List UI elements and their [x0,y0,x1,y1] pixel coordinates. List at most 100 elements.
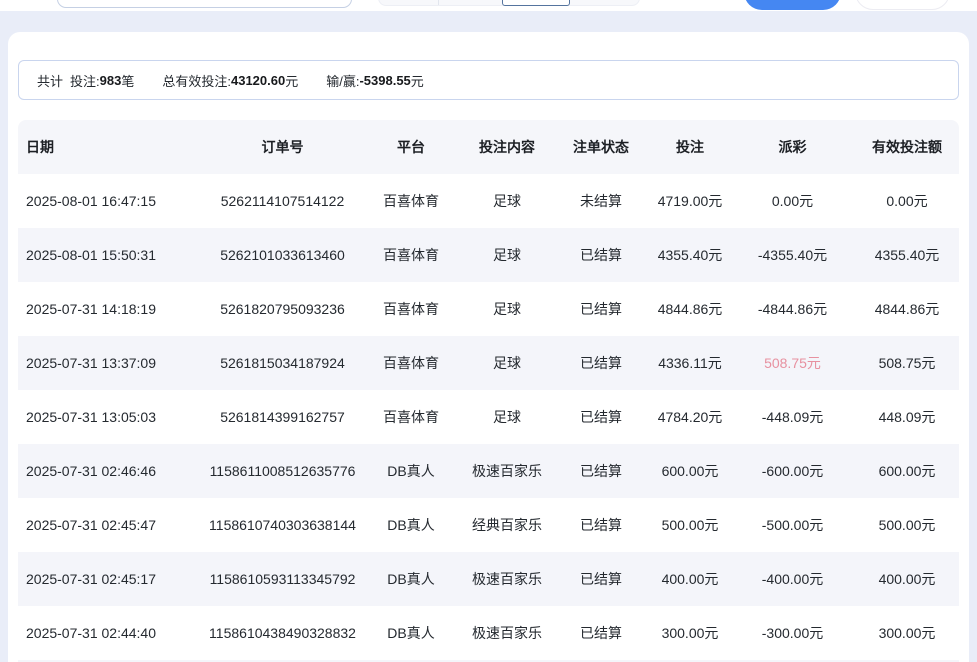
cell-payout: -400.00元 [730,569,855,589]
cell-status: 已结算 [552,407,650,427]
cell-status: 已结算 [552,299,650,319]
table-row: 2025-07-31 13:37:09 5261815034187924 百喜体… [18,336,959,390]
cell-order-no: 5262101033613460 [205,247,360,263]
table-body: 2025-08-01 16:47:15 5262114107514122 百喜体… [18,174,959,662]
bet-count-label: 投注: [70,71,100,90]
cell-bet-content: 足球 [462,353,552,373]
cell-date: 2025-07-31 02:46:46 [18,463,205,479]
cell-status: 已结算 [552,353,650,373]
cell-bet-content: 足球 [462,245,552,265]
cell-status: 已结算 [552,515,650,535]
date-range-segmented-control[interactable] [378,0,640,6]
table-row: 2025-08-01 15:50:31 5262101033613460 百喜体… [18,228,959,282]
summary-winloss: 输/赢:-5398.55元 [326,71,424,90]
cell-valid-amount: 400.00元 [855,569,959,589]
cell-payout: -500.00元 [730,515,855,535]
valid-bet-unit: 元 [285,71,298,90]
cell-bet-content: 足球 [462,191,552,211]
table-row: 2025-07-31 13:05:03 5261814399162757 百喜体… [18,390,959,444]
cell-valid-amount: 600.00元 [855,461,959,481]
summary-bet-count: 投注:983笔 [70,71,134,90]
cell-bet-content: 极速百家乐 [462,461,552,481]
cell-valid-amount: 500.00元 [855,515,959,535]
cell-date: 2025-07-31 14:18:19 [18,301,205,317]
winloss-unit: 元 [411,71,424,90]
cell-status: 已结算 [552,461,650,481]
cell-bet-content: 足球 [462,407,552,427]
valid-bet-label: 总有效投注: [162,71,231,90]
col-header-date: 日期 [18,137,205,157]
cell-payout: -448.09元 [730,407,855,427]
table-row: 2025-08-01 16:47:15 5262114107514122 百喜体… [18,174,959,228]
cell-bet-amount: 4355.40元 [650,245,730,265]
cell-date: 2025-07-31 02:44:40 [18,625,205,641]
cell-valid-amount: 448.09元 [855,407,959,427]
col-header-payout: 派彩 [730,137,855,157]
cell-order-no: 1158610593113345792 [205,571,360,587]
col-header-bet-content: 投注内容 [462,137,552,157]
cell-status: 未结算 [552,191,650,211]
search-input[interactable] [57,0,352,8]
cell-valid-amount: 4844.86元 [855,299,959,319]
segmented-selected-option[interactable] [502,0,570,6]
cell-date: 2025-07-31 13:37:09 [18,355,205,371]
reset-button[interactable] [855,0,950,10]
bet-records-table: 日期 订单号 平台 投注内容 注单状态 投注 派彩 有效投注额 2025-08-… [8,120,969,662]
cell-valid-amount: 508.75元 [855,353,959,373]
cell-bet-amount: 4784.20元 [650,407,730,427]
cell-bet-amount: 500.00元 [650,515,730,535]
cell-payout: -300.00元 [730,623,855,643]
cell-status: 已结算 [552,569,650,589]
winloss-value: -5398.55 [359,73,410,88]
cell-bet-content: 足球 [462,299,552,319]
bet-count-unit: 笔 [121,71,134,90]
cell-platform: 百喜体育 [360,245,462,265]
summary-bar: 共计 投注:983笔 总有效投注:43120.60元 输/赢:-5398.55元 [18,60,959,100]
cell-order-no: 1158611008512635776 [205,463,360,479]
summary-valid-bet: 总有效投注:43120.60元 [162,71,298,90]
col-header-bet-amount: 投注 [650,137,730,157]
records-card: 共计 投注:983笔 总有效投注:43120.60元 输/赢:-5398.55元… [8,32,969,662]
cell-payout: -4355.40元 [730,245,855,265]
cell-valid-amount: 300.00元 [855,623,959,643]
col-header-status: 注单状态 [552,137,650,157]
cell-bet-amount: 400.00元 [650,569,730,589]
cell-valid-amount: 4355.40元 [855,245,959,265]
bet-count-value: 983 [100,73,122,88]
summary-total-label: 共计 [37,71,63,90]
cell-payout: 508.75元 [730,353,855,373]
cell-platform: DB真人 [360,461,462,481]
winloss-label: 输/赢: [326,71,359,90]
table-row: 2025-07-31 02:45:17 1158610593113345792 … [18,552,959,606]
col-header-valid-amount: 有效投注额 [855,137,959,157]
cell-platform: DB真人 [360,515,462,535]
cell-bet-amount: 4844.86元 [650,299,730,319]
cell-bet-amount: 600.00元 [650,461,730,481]
top-toolbar [0,0,977,11]
cell-status: 已结算 [552,623,650,643]
table-row: 2025-07-31 02:45:47 1158610740303638144 … [18,498,959,552]
cell-platform: DB真人 [360,569,462,589]
cell-platform: 百喜体育 [360,299,462,319]
search-submit-button[interactable] [744,0,841,10]
cell-date: 2025-08-01 16:47:15 [18,193,205,209]
cell-payout: -600.00元 [730,461,855,481]
cell-date: 2025-08-01 15:50:31 [18,247,205,263]
cell-bet-amount: 300.00元 [650,623,730,643]
cell-order-no: 1158610438490328832 [205,625,360,641]
cell-bet-content: 极速百家乐 [462,569,552,589]
cell-order-no: 5261820795093236 [205,301,360,317]
cell-status: 已结算 [552,245,650,265]
cell-valid-amount: 0.00元 [855,191,959,211]
valid-bet-value: 43120.60 [231,73,285,88]
cell-order-no: 5262114107514122 [205,193,360,209]
segment-divider [438,0,439,5]
cell-platform: 百喜体育 [360,191,462,211]
table-header-row: 日期 订单号 平台 投注内容 注单状态 投注 派彩 有效投注额 [18,120,959,174]
col-header-order-no: 订单号 [205,137,360,157]
cell-order-no: 5261815034187924 [205,355,360,371]
cell-date: 2025-07-31 02:45:17 [18,571,205,587]
cell-order-no: 1158610740303638144 [205,517,360,533]
cell-payout: 0.00元 [730,191,855,211]
cell-bet-content: 经典百家乐 [462,515,552,535]
